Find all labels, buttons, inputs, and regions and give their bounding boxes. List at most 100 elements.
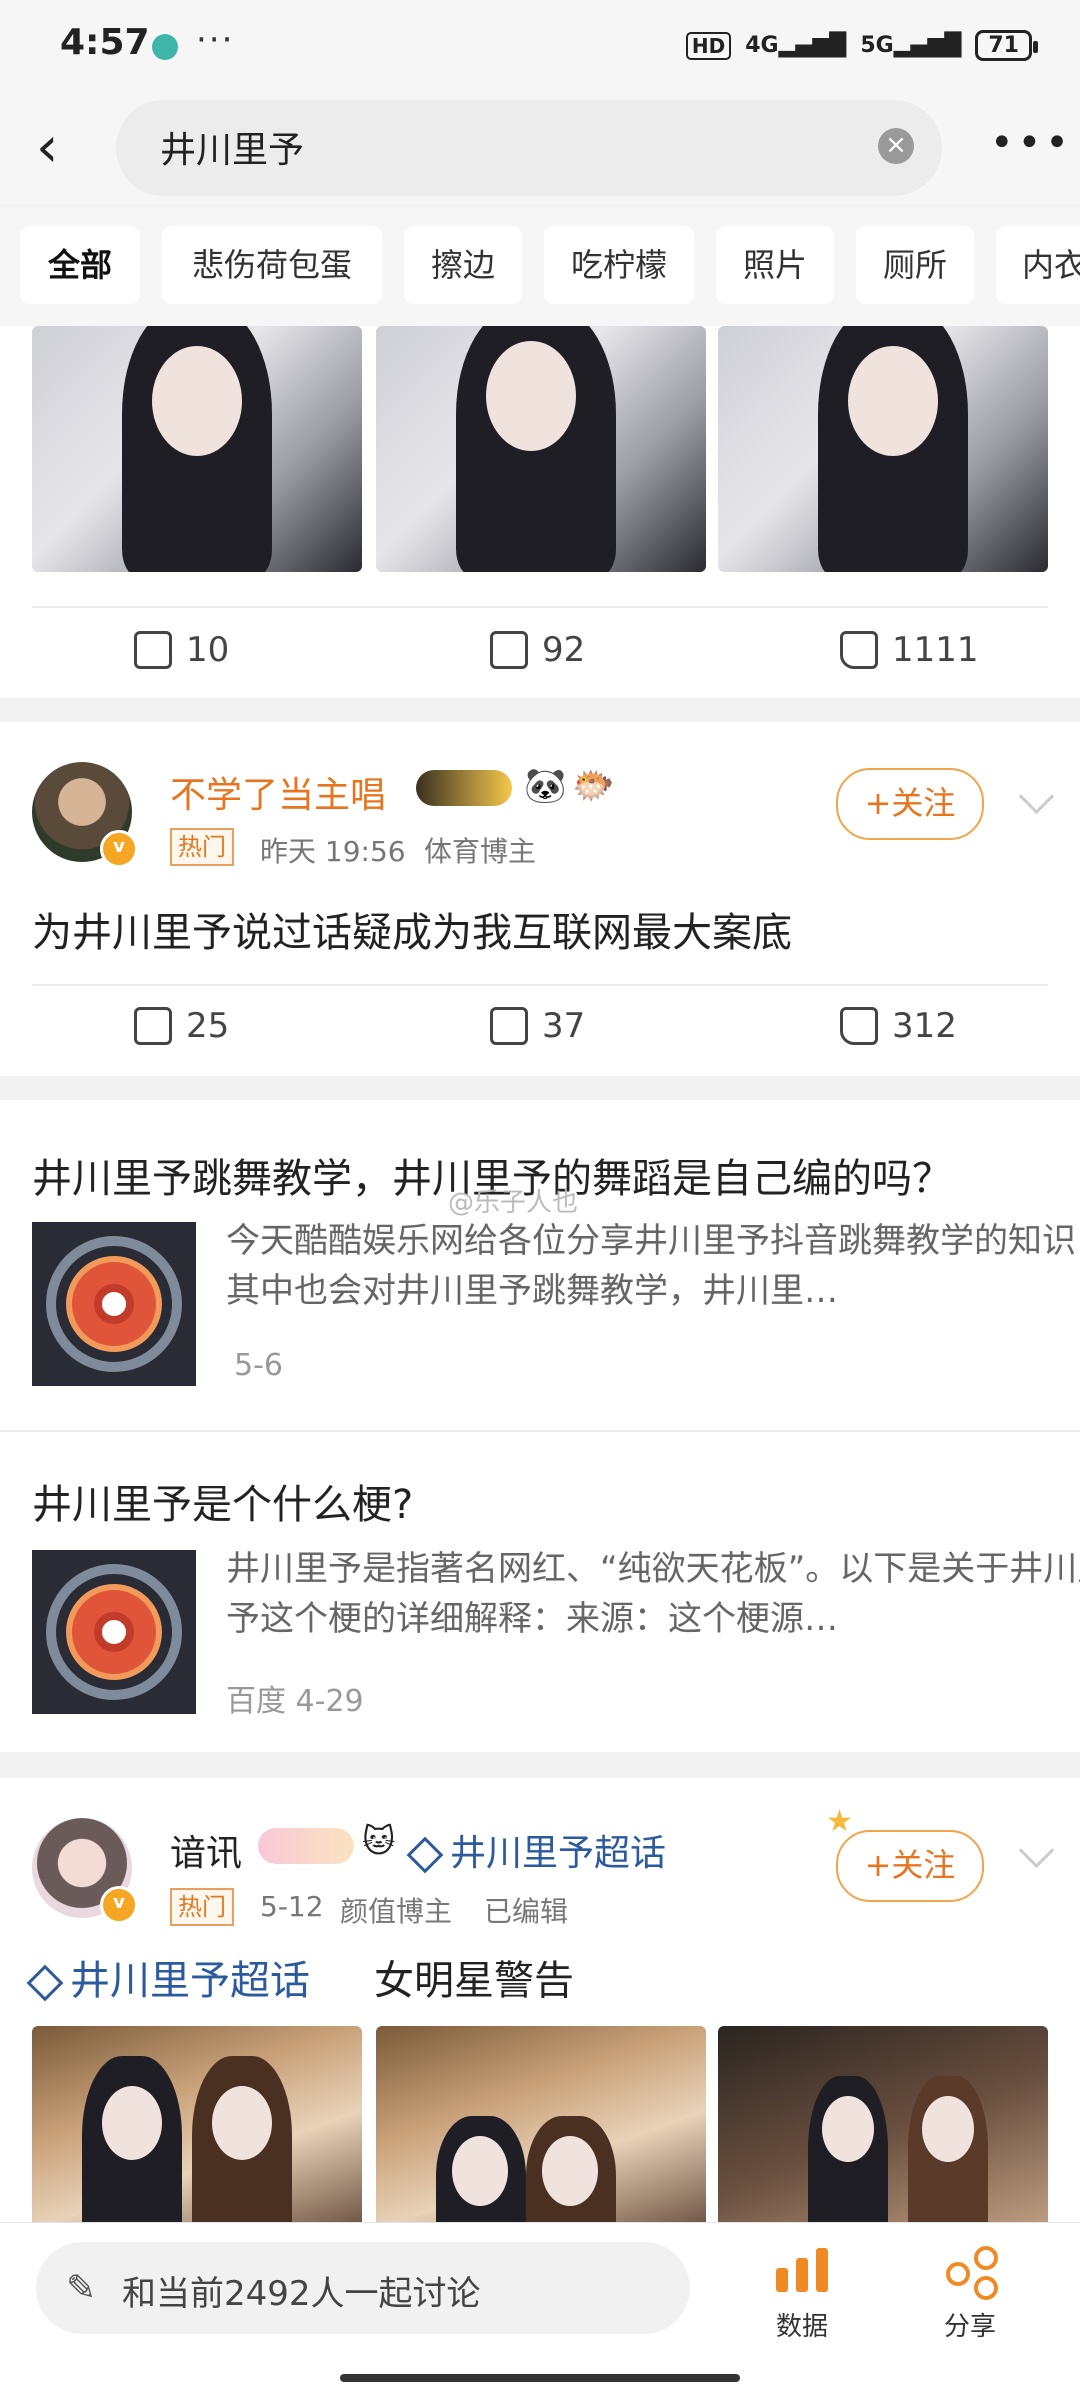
photo-face [452, 2136, 508, 2206]
back-icon[interactable]: ‹ [36, 118, 96, 178]
comment-icon [490, 631, 528, 669]
like-button[interactable]: 1111 [840, 630, 979, 670]
repost-button[interactable]: 10 [134, 630, 229, 670]
follow-button[interactable]: +关注 [836, 1830, 984, 1902]
share-label[interactable]: 分享 [920, 2306, 1020, 2343]
chevron-down-icon[interactable] [1018, 1832, 1055, 1869]
comment-button[interactable]: 37 [490, 1006, 585, 1046]
post-photo[interactable] [376, 2026, 706, 2222]
photo-face [152, 346, 242, 456]
edited-label: 已编辑 [484, 1895, 569, 1928]
chip-lemon[interactable]: 吃柠檬 [544, 226, 694, 304]
search-query[interactable]: 井川里予 [160, 121, 304, 173]
discussion-placeholder[interactable]: 和当前2492人一起讨论 [122, 2266, 481, 2315]
data-label[interactable]: 数据 [752, 2306, 852, 2343]
post-photo[interactable] [32, 326, 362, 572]
thumb-ring-inner [94, 1612, 134, 1652]
like-button[interactable]: 312 [840, 1006, 957, 1046]
article-description: 今天酷酷娱乐网给各位分享井川里予抖音跳舞教学的知识，其中也会对井川里予跳舞教学，… [226, 1221, 1080, 1311]
crown-level-icon [416, 770, 512, 806]
chip-underwear[interactable]: 内衣 [996, 226, 1080, 304]
photo-face [212, 2086, 272, 2160]
post-photo[interactable] [718, 326, 1048, 572]
net-label-4g: 4G [745, 33, 779, 58]
share-node [974, 2246, 998, 2270]
star-decoration-icon: ★ [826, 1804, 853, 1839]
post-text: 为井川里予说过话疑成为我互联网最大案底 [32, 910, 792, 956]
signal-4g-icon: 4G▂▄▆█ [745, 33, 847, 58]
verified-badge-icon: v [100, 1886, 138, 1924]
repost-button[interactable]: 25 [134, 1006, 229, 1046]
chip-toilet[interactable]: 厕所 [856, 226, 974, 304]
chevron-down-icon[interactable] [1018, 778, 1055, 815]
repost-icon [134, 1007, 172, 1045]
post-photo[interactable] [718, 2026, 1048, 2222]
chip-all[interactable]: 全部 [20, 226, 140, 304]
net-label-5g: 5G [860, 33, 894, 58]
repost-count: 10 [186, 630, 230, 670]
photo-face [922, 2096, 974, 2162]
verified-badge-icon: v [100, 830, 138, 868]
post-photo[interactable] [376, 326, 706, 572]
comment-count: 37 [542, 1006, 586, 1046]
hot-badge: 热门 [170, 828, 234, 866]
share-icon[interactable] [946, 2246, 998, 2300]
supertopic-label: 井川里予超话 [450, 1833, 667, 1874]
status-more-icon: ··· [196, 20, 235, 60]
article-description: 井川里予是指著名网红、“纯欲天花板”。以下是关于井川里予这个梗的详细解释：来源：… [226, 1549, 1080, 1639]
watermark: @乐子人也 [448, 1188, 579, 1218]
article-title[interactable]: 井川里予是个什么梗? [32, 1472, 413, 1530]
like-icon [840, 631, 878, 669]
share-node [946, 2262, 970, 2286]
like-count: 312 [892, 1006, 957, 1046]
like-count: 1111 [892, 630, 979, 670]
username[interactable]: 不学了当主唱 [170, 766, 386, 818]
post-time: 昨天 19:56 [260, 835, 406, 868]
follow-button[interactable]: +关注 [836, 768, 984, 840]
share-node [974, 2276, 998, 2300]
status-indicators: HD 4G▂▄▆█ 5G▂▄▆█ 71 [685, 30, 1038, 61]
divider [32, 984, 1048, 986]
chip-edge[interactable]: 擦边 [404, 226, 522, 304]
supertopic-link[interactable]: 井川里予超话 [406, 1824, 667, 1876]
post-supertopic-link[interactable]: 井川里予超话 [26, 1948, 310, 2006]
signal-5g-icon: 5G▂▄▆█ [860, 33, 962, 58]
post-supertopic-label: 井川里予超话 [70, 1958, 310, 2004]
photo-face [542, 2136, 598, 2206]
post-card-2: v 不学了当主唱 🐼 🐡 热门 昨天 19:56 体育博主 +关注 为井川里予说… [0, 722, 1080, 1076]
post-time: 5-12 [260, 1890, 324, 1923]
post-card-1: 10 92 1111 [0, 326, 1080, 698]
article-date: 百度 4-29 [226, 1684, 364, 1719]
pencil-icon: ✎ [66, 2268, 97, 2309]
clear-icon[interactable]: × [878, 128, 914, 164]
hd-icon: HD [685, 31, 732, 60]
username[interactable]: 谙讯 [170, 1824, 242, 1876]
article-thumbnail[interactable] [32, 1222, 196, 1386]
post-card-4: v 谙讯 🐱 井川里予超话 热门 5-12 颜值博主 已编辑 ★ +关注 井川里… [0, 1778, 1080, 2222]
status-time: 4:57 [60, 22, 150, 63]
home-indicator[interactable] [340, 2374, 740, 2382]
post-tag: 颜值博主 [340, 1895, 453, 1928]
panda-icon: 🐼 [524, 766, 567, 806]
photo-face [486, 341, 576, 451]
fish-icon: 🐡 [572, 766, 615, 806]
more-options-icon[interactable]: ••• [990, 120, 1073, 166]
chip-sad-egg[interactable]: 悲伤荷包蛋 [162, 226, 382, 304]
article-thumbnail[interactable] [32, 1550, 196, 1714]
repost-icon [134, 631, 172, 669]
repost-count: 25 [186, 1006, 230, 1046]
app-notification-icon [152, 34, 178, 60]
post-photo[interactable] [32, 2026, 362, 2222]
comment-button[interactable]: 92 [490, 630, 585, 670]
post-text: 女明星警告 [374, 1958, 574, 2004]
chip-photos[interactable]: 照片 [716, 226, 834, 304]
level-badge-icon [258, 1828, 354, 1864]
data-icon[interactable] [772, 2244, 832, 2292]
diamond-icon [26, 1964, 64, 2002]
article-section: 井川里予跳舞教学，井川里予的舞蹈是自己编的吗？ 今天酷酷娱乐网给各位分享井川里予… [0, 1100, 1080, 1752]
cat-icon: 🐱 [362, 1822, 396, 1860]
data-bar [796, 2258, 808, 2292]
thumb-ring-inner [94, 1284, 134, 1324]
divider [32, 606, 1048, 608]
filter-chips: 全部 悲伤荷包蛋 擦边 吃柠檬 照片 厕所 内衣 [0, 206, 1080, 326]
